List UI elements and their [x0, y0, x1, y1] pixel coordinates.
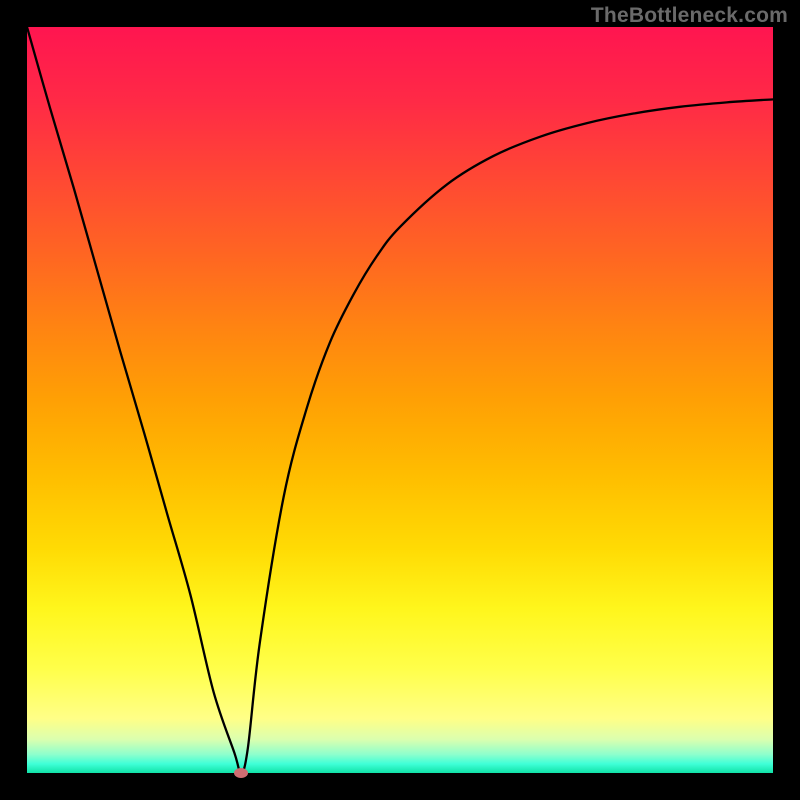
attribution-text: TheBottleneck.com	[591, 4, 788, 28]
optimum-marker	[234, 768, 248, 778]
chart-frame: TheBottleneck.com	[0, 0, 800, 800]
chart-svg	[27, 27, 773, 773]
plot-background	[27, 27, 773, 773]
plot-area	[27, 27, 773, 773]
